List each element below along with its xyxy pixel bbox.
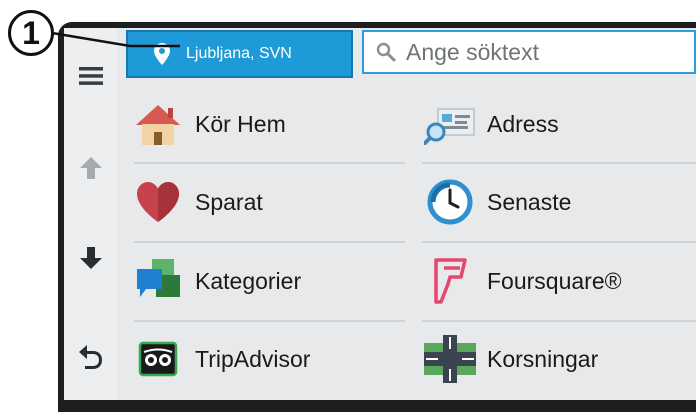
arrow-down-icon — [78, 245, 104, 276]
grid-item-label: Foursquare® — [487, 267, 622, 294]
grid-item-label: Kategorier — [195, 267, 302, 294]
grid-item-kategorier[interactable]: Kategorier — [130, 244, 405, 318]
search-input[interactable]: Ange söktext — [362, 30, 696, 74]
grid-item-label: Sparat — [195, 188, 263, 215]
grid-item-label: Kör Hem — [195, 110, 286, 137]
divider — [422, 320, 696, 322]
grid-item-sparat[interactable]: Sparat — [130, 165, 405, 239]
grid-item-adress[interactable]: Adress — [422, 87, 696, 161]
scroll-down-button[interactable] — [64, 238, 117, 282]
foursquare-icon — [422, 255, 478, 307]
grid-item-tripadvisor[interactable]: TripAdvisor — [130, 322, 405, 396]
categories-icon — [130, 255, 186, 307]
location-label: Ljubljana, SVN — [186, 45, 292, 62]
search-placeholder: Ange söktext — [406, 38, 539, 65]
divider — [134, 320, 405, 322]
callout-badge: 1 — [8, 10, 54, 56]
hamburger-menu-button[interactable] — [64, 58, 117, 98]
grid-item-senaste[interactable]: Senaste — [422, 165, 696, 239]
hamburger-menu-icon — [78, 66, 103, 91]
grid-item-korsningar[interactable]: Korsningar — [422, 322, 696, 396]
recent-clock-icon — [422, 176, 478, 228]
grid-item-kor-hem[interactable]: Kör Hem — [130, 87, 405, 161]
divider — [134, 162, 405, 164]
intersection-icon — [422, 333, 478, 385]
search-icon — [376, 42, 396, 62]
heart-icon — [130, 176, 186, 228]
grid-item-label: Senaste — [487, 188, 572, 215]
scroll-up-button[interactable] — [64, 148, 117, 192]
grid-item-label: Adress — [487, 110, 559, 137]
grid-item-label: TripAdvisor — [195, 345, 311, 372]
back-arrow-icon — [77, 342, 105, 375]
callout-leader-line — [51, 31, 180, 48]
divider — [422, 162, 696, 164]
divider — [422, 241, 696, 243]
arrow-up-icon — [78, 155, 104, 186]
tripadvisor-icon — [130, 333, 186, 385]
grid-item-label: Korsningar — [487, 345, 599, 372]
address-icon — [422, 98, 478, 150]
sidebar — [64, 28, 117, 400]
home-icon — [130, 98, 186, 150]
divider — [134, 241, 405, 243]
grid-item-foursquare[interactable]: Foursquare® — [422, 244, 696, 318]
back-button[interactable] — [64, 336, 117, 380]
